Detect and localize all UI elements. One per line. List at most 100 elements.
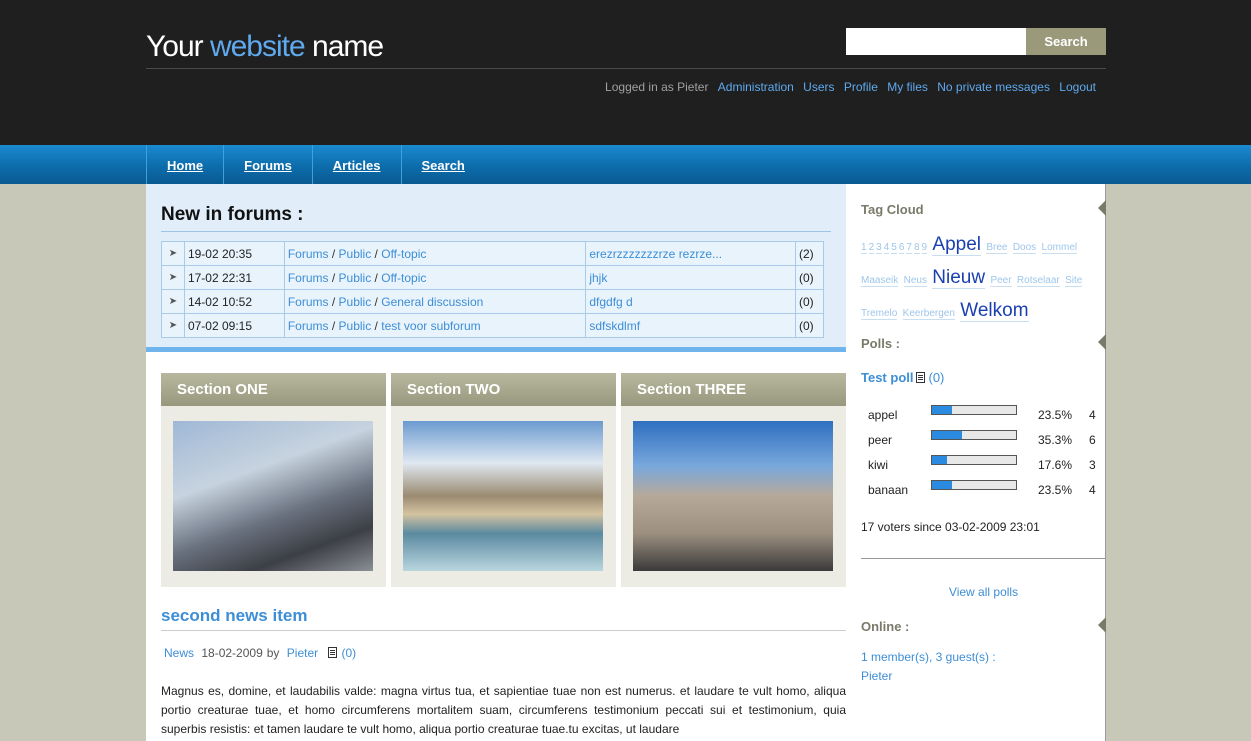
topic-link[interactable]: erezrzzzzzzzrze rezrze...: [589, 247, 722, 261]
poll-option-label: peer: [868, 433, 893, 447]
tag-number[interactable]: 6: [898, 242, 905, 254]
private-messages-link[interactable]: No private messages: [937, 80, 1050, 94]
tag-cloud: 123456789 Appel Bree Doos Lommel Maaseik…: [861, 230, 1093, 329]
poll-bar: [931, 480, 1017, 490]
logout-link[interactable]: Logout: [1059, 80, 1096, 94]
forum-path-link[interactable]: Forums: [288, 247, 329, 261]
online-count: 1 member(s), 3 guest(s) :: [861, 650, 996, 664]
poll-title-link[interactable]: Test poll: [861, 370, 913, 385]
section-three[interactable]: Section THREE: [621, 373, 846, 587]
my-files-link[interactable]: My files: [887, 80, 928, 94]
site-title[interactable]: Your website name: [146, 30, 384, 64]
tag-peer[interactable]: Peer: [990, 275, 1012, 287]
poll-option-votes: 4: [1089, 483, 1096, 497]
tag-neus[interactable]: Neus: [903, 275, 927, 287]
section-three-image[interactable]: [633, 421, 833, 571]
tag-bree[interactable]: Bree: [986, 242, 1008, 254]
news-date: 18-02-2009: [201, 646, 263, 660]
forum-path-link[interactable]: test voor subforum: [381, 319, 480, 333]
table-row: ➤ 17-02 22:31 Forums / Public / Off-topic j…: [161, 265, 824, 290]
online-member-link[interactable]: Pieter: [861, 667, 996, 686]
section-two-image[interactable]: [403, 421, 603, 571]
poll-bar: [931, 405, 1017, 415]
forum-path-link[interactable]: Public: [339, 247, 372, 261]
tag-appel[interactable]: Appel: [932, 234, 982, 256]
tag-cloud-notch-icon: [1098, 200, 1106, 216]
row-arrow-icon: ➤: [161, 289, 185, 314]
tag-number[interactable]: 4: [883, 242, 890, 254]
topic-link[interactable]: dfgdfg d: [589, 295, 632, 309]
search-button[interactable]: Search: [1026, 28, 1106, 55]
nav-home[interactable]: Home: [146, 145, 223, 184]
section-title[interactable]: Section TWO: [391, 373, 616, 406]
section-two[interactable]: Section TWO: [391, 373, 616, 587]
reply-count: (0): [795, 313, 824, 338]
reply-count: (0): [795, 289, 824, 314]
path-separator: /: [331, 294, 336, 309]
poll-document-icon[interactable]: [916, 372, 926, 383]
nav-articles[interactable]: Articles: [311, 145, 401, 184]
row-arrow-icon: ➤: [161, 313, 185, 338]
forum-path: Forums / Public / Off-topic: [283, 265, 587, 290]
tag-maaseik[interactable]: Maaseik: [861, 275, 899, 287]
tag-rotselaar[interactable]: Rotselaar: [1016, 275, 1060, 287]
section-title[interactable]: Section THREE: [621, 373, 846, 406]
section-one[interactable]: Section ONE: [161, 373, 386, 587]
tag-cloud-title: Tag Cloud: [861, 202, 924, 217]
poll-option-votes: 3: [1089, 458, 1096, 472]
poll-bar-fill: [932, 456, 947, 464]
tag-number[interactable]: 7: [906, 242, 912, 254]
tag-site[interactable]: Site: [1065, 275, 1083, 287]
comments-document-icon[interactable]: [328, 647, 338, 658]
section-title[interactable]: Section ONE: [161, 373, 386, 406]
tag-keerbergen[interactable]: Keerbergen: [902, 308, 955, 320]
profile-link[interactable]: Profile: [844, 80, 878, 94]
site-title-part1: Your: [146, 30, 210, 63]
forum-path-link[interactable]: Public: [339, 319, 372, 333]
forum-path-link[interactable]: Off-topic: [381, 271, 426, 285]
topic-link[interactable]: jhjk: [589, 271, 607, 285]
forum-path-link[interactable]: General discussion: [381, 295, 483, 309]
tag-doos[interactable]: Doos: [1012, 242, 1037, 254]
poll-comments-link[interactable]: (0): [928, 370, 944, 385]
poll-bar: [931, 455, 1017, 465]
site-title-part2: name: [304, 30, 384, 63]
tag-nieuw[interactable]: Nieuw: [932, 267, 986, 289]
tag-lommel[interactable]: Lommel: [1041, 242, 1078, 254]
polls-notch-icon: [1098, 334, 1106, 350]
nav-search[interactable]: Search: [400, 145, 485, 184]
tag-tremelo[interactable]: Tremelo: [861, 308, 898, 320]
administration-link[interactable]: Administration: [718, 80, 794, 94]
tag-number[interactable]: 9: [921, 242, 928, 254]
main-content: New in forums : ➤ 19-02 20:35 Forums / Pub…: [146, 184, 846, 741]
news-item-title[interactable]: second news item: [161, 606, 846, 631]
view-all-polls-link[interactable]: View all polls: [846, 585, 1121, 599]
news-category-link[interactable]: News: [164, 646, 194, 660]
nav-forums[interactable]: Forums: [223, 145, 312, 184]
poll-results: appel 23.5% 4 peer 35.3% 6 kiwi 17.6% 3 banaan 23.…: [868, 404, 1098, 504]
forum-path-link[interactable]: Forums: [288, 319, 329, 333]
forum-path-link[interactable]: Forums: [288, 295, 329, 309]
tag-number[interactable]: 1: [861, 242, 867, 254]
news-author-link[interactable]: Pieter: [287, 646, 318, 660]
online-notch-icon: [1098, 617, 1106, 633]
tag-welkom[interactable]: Welkom: [960, 300, 1029, 322]
tag-number[interactable]: 8: [913, 242, 920, 254]
tag-number[interactable]: 2: [868, 242, 875, 254]
topic-link[interactable]: sdfskdlmf: [589, 319, 640, 333]
forum-path-link[interactable]: Forums: [288, 271, 329, 285]
forum-path-link[interactable]: Public: [339, 271, 372, 285]
path-separator: /: [374, 246, 378, 261]
online-info: 1 member(s), 3 guest(s) : Pieter: [861, 648, 996, 686]
section-one-image[interactable]: [173, 421, 373, 571]
nav-items: Home Forums Articles Search: [146, 145, 485, 184]
post-date: 14-02 10:52: [183, 289, 285, 314]
forum-path-link[interactable]: Off-topic: [381, 247, 426, 261]
forum-path-link[interactable]: Public: [339, 295, 372, 309]
users-link[interactable]: Users: [803, 80, 834, 94]
poll-option-percent: 35.3%: [1038, 433, 1073, 447]
tag-number[interactable]: 5: [891, 242, 897, 254]
search-input[interactable]: [846, 28, 1026, 55]
news-comments-link[interactable]: (0): [341, 646, 356, 660]
tag-number[interactable]: 3: [876, 242, 882, 254]
